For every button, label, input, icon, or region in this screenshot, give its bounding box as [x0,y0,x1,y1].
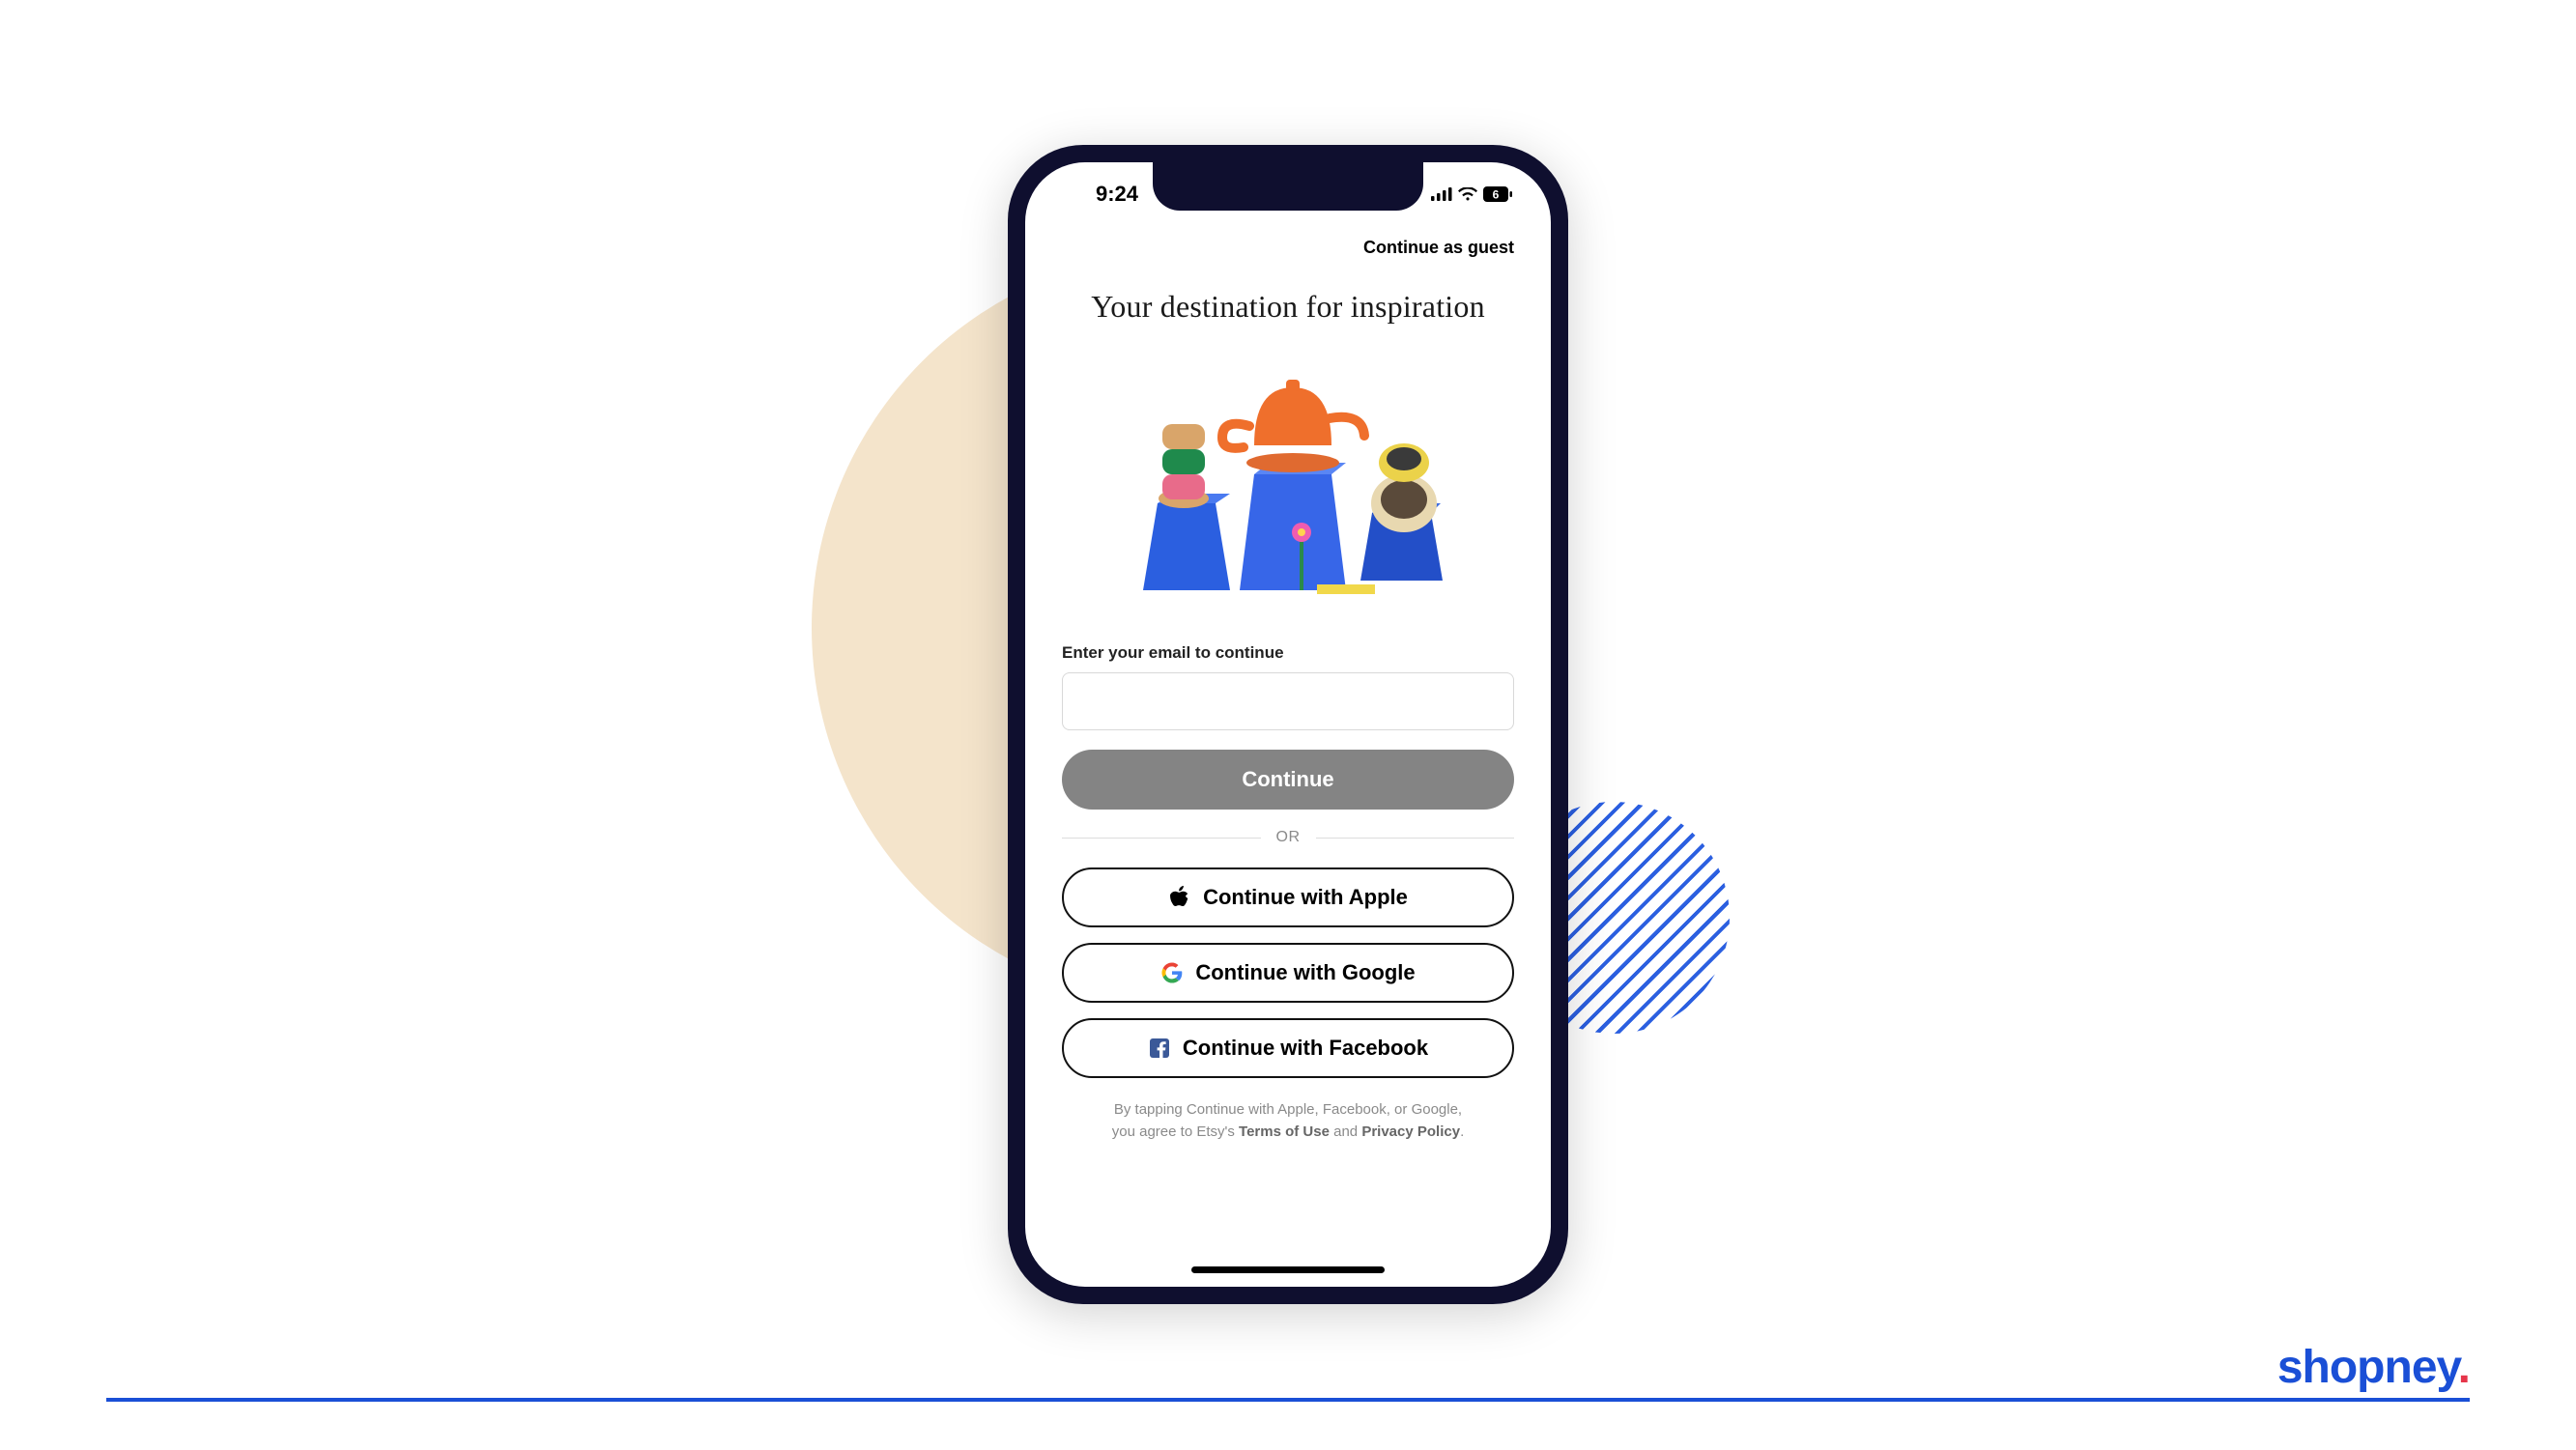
wifi-icon [1458,187,1477,201]
brand-name: shopney [2277,1342,2458,1393]
continue-with-google-button[interactable]: Continue with Google [1062,943,1514,1003]
apple-button-label: Continue with Apple [1203,885,1408,910]
brand-dot: . [2458,1342,2470,1393]
email-input[interactable] [1062,672,1514,730]
phone-notch [1153,162,1423,211]
footer-divider [106,1398,2470,1402]
signal-icon [1431,187,1452,201]
legal-prefix-2: you agree to Etsy's [1112,1123,1239,1140]
facebook-icon [1148,1037,1171,1060]
divider-text: OR [1276,829,1301,846]
phone-screen: 9:24 [1025,162,1551,1287]
legal-text: By tapping Continue with Apple, Facebook… [1062,1099,1514,1143]
apple-icon [1168,886,1191,909]
legal-suffix: . [1460,1123,1464,1140]
divider-line-left [1062,838,1261,839]
app-content: Continue as guest Your destination for i… [1025,218,1551,1287]
email-field-label: Enter your email to continue [1062,643,1514,663]
google-button-label: Continue with Google [1195,960,1415,985]
facebook-button-label: Continue with Facebook [1183,1036,1428,1061]
or-divider: OR [1062,829,1514,846]
divider-line-right [1316,838,1515,839]
continue-button[interactable]: Continue [1062,750,1514,810]
continue-as-guest-link[interactable]: Continue as guest [1062,238,1514,258]
privacy-policy-link[interactable]: Privacy Policy [1361,1123,1460,1140]
legal-line-1: By tapping Continue with Apple, Facebook… [1114,1101,1462,1118]
legal-joiner: and [1330,1123,1361,1140]
battery-label-text: 6 [1493,188,1500,202]
battery-icon: 6 [1483,186,1512,202]
google-icon [1160,961,1184,984]
terms-of-use-link[interactable]: Terms of Use [1239,1123,1330,1140]
continue-with-apple-button[interactable]: Continue with Apple [1062,867,1514,927]
continue-with-facebook-button[interactable]: Continue with Facebook [1062,1018,1514,1078]
hero-illustration [1062,354,1514,605]
brand-logo: shopney. [2258,1341,2470,1394]
phone-frame: 9:24 [1008,145,1568,1304]
home-indicator[interactable] [1191,1266,1385,1273]
page-title: Your destination for inspiration [1062,289,1514,325]
